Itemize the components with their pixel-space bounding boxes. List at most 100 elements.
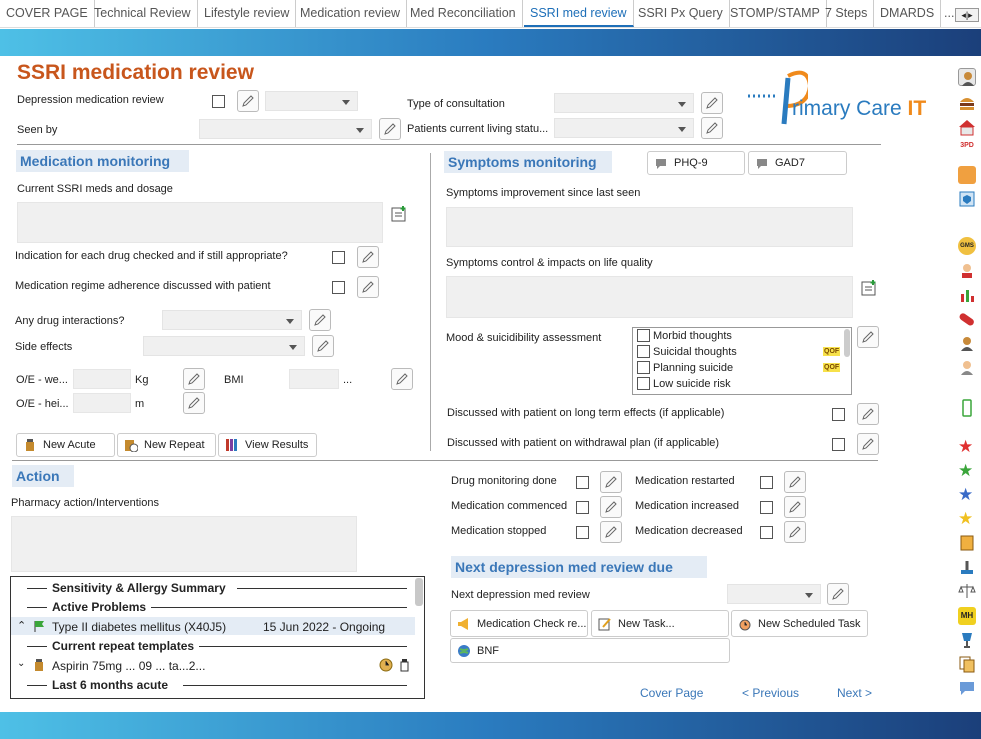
tab-technical-review[interactable]: Technical Review [88, 0, 198, 27]
med-restarted-checkbox[interactable] [760, 476, 773, 489]
tab-cover-page[interactable]: COVER PAGE [0, 0, 95, 27]
med-increased-checkbox[interactable] [760, 501, 773, 514]
new-scheduled-task-button[interactable]: New Scheduled Task [731, 610, 868, 637]
withdrawal-edit-button[interactable] [857, 433, 879, 455]
height-input[interactable] [73, 393, 131, 413]
med-restarted-edit-button[interactable] [784, 471, 806, 493]
mh-icon[interactable]: MH [958, 607, 976, 625]
summary-scrollbar[interactable] [415, 578, 423, 606]
symptoms-improvement-textarea[interactable] [446, 207, 853, 247]
living-status-dropdown[interactable] [554, 118, 694, 138]
symptoms-control-textarea[interactable] [446, 276, 853, 318]
last-acute-heading[interactable]: Last 6 months acute [52, 678, 168, 692]
adherence-edit-button[interactable] [357, 276, 379, 298]
sensitivity-heading[interactable]: Sensitivity & Allergy Summary [52, 581, 226, 595]
star-blue-icon[interactable]: ★ [958, 486, 976, 504]
drug-monitoring-checkbox[interactable] [576, 476, 589, 489]
table-icon[interactable] [958, 166, 976, 184]
tab-ssri-px-query[interactable]: SSRI Px Query [632, 0, 730, 27]
side-effects-edit-button[interactable] [312, 335, 334, 357]
expand-icon[interactable]: ⌄ [17, 658, 25, 669]
long-term-checkbox[interactable] [832, 408, 845, 421]
mood-list-scrollbar[interactable] [844, 329, 850, 357]
phq9-button[interactable]: PHQ-9 [647, 151, 745, 175]
problem-row[interactable]: ⌃ Type II diabetes mellitus (X40J5) 15 J… [11, 617, 415, 635]
bmi-input[interactable] [289, 369, 339, 389]
user-icon-2[interactable] [958, 334, 976, 352]
mood-item[interactable]: Morbid thoughts [633, 328, 851, 344]
star-green-icon[interactable]: ★ [958, 462, 976, 480]
mood-checkbox[interactable] [637, 361, 650, 374]
med-stopped-checkbox[interactable] [576, 526, 589, 539]
calendar-icon[interactable]: 3PD [958, 142, 976, 160]
med-commenced-edit-button[interactable] [600, 496, 622, 518]
add-note-icon-2[interactable] [860, 279, 878, 297]
next-link[interactable]: Next > [837, 686, 872, 700]
height-edit-button[interactable] [183, 392, 205, 414]
consult-type-dropdown[interactable] [554, 93, 694, 113]
star-yellow-icon[interactable]: ★ [958, 510, 976, 528]
weight-input[interactable] [73, 369, 131, 389]
cover-page-link[interactable]: Cover Page [640, 686, 703, 700]
document-icon[interactable] [958, 534, 976, 552]
bmi-edit-button[interactable] [391, 368, 413, 390]
new-acute-button[interactable]: New Acute [16, 433, 115, 457]
tab-ssri-med-review[interactable]: SSRI med review [524, 0, 634, 27]
withdrawal-checkbox[interactable] [832, 438, 845, 451]
med-increased-edit-button[interactable] [784, 496, 806, 518]
doctor-icon[interactable] [958, 358, 976, 376]
med-decreased-checkbox[interactable] [760, 526, 773, 539]
next-review-edit-button[interactable] [827, 583, 849, 605]
depression-review-dropdown[interactable] [265, 91, 358, 111]
cup-icon[interactable] [958, 631, 976, 649]
depression-review-edit-button[interactable] [237, 90, 259, 112]
user-icon[interactable] [958, 68, 976, 86]
mood-checkbox[interactable] [637, 329, 650, 342]
scales-icon[interactable] [958, 582, 976, 600]
adherence-checkbox[interactable] [332, 281, 345, 294]
current-ssri-textarea[interactable] [17, 202, 383, 243]
tab-7-steps[interactable]: 7 Steps [819, 0, 875, 27]
living-status-edit-button[interactable] [701, 117, 723, 139]
med-commenced-checkbox[interactable] [576, 501, 589, 514]
tab-scroll-arrows[interactable]: ◂|▸ [955, 8, 979, 22]
add-note-icon[interactable] [390, 205, 408, 223]
weight-edit-button[interactable] [183, 368, 205, 390]
pill-icon[interactable] [958, 310, 976, 328]
tab-stomp-stamp[interactable]: STOMP/STAMP [724, 0, 827, 27]
nurse-icon[interactable] [958, 261, 976, 279]
phone-icon[interactable] [958, 399, 976, 417]
mood-item[interactable]: Low suicide risk [633, 376, 851, 392]
tab-dmards[interactable]: DMARDS [874, 0, 942, 27]
new-repeat-button[interactable]: New Repeat [117, 433, 216, 457]
new-task-button[interactable]: New Task... [591, 610, 729, 637]
tab-med-reconciliation[interactable]: Med Reconciliation [404, 0, 523, 27]
house-icon[interactable] [958, 118, 976, 136]
chart-icon[interactable] [958, 285, 976, 303]
star-red-icon[interactable]: ★ [958, 438, 976, 456]
gad7-button[interactable]: GAD7 [748, 151, 847, 175]
mood-item[interactable]: Suicidal thoughts QOF [633, 344, 851, 360]
interactions-dropdown[interactable] [162, 310, 302, 330]
chat-icon[interactable] [958, 679, 976, 697]
stamp-icon[interactable] [958, 558, 976, 576]
long-term-edit-button[interactable] [857, 403, 879, 425]
drug-monitoring-edit-button[interactable] [600, 471, 622, 493]
shield-icon[interactable] [958, 190, 976, 208]
repeat-templates-heading[interactable]: Current repeat templates [52, 639, 194, 653]
mood-item[interactable]: Planning suicide QOF [633, 360, 851, 376]
side-effects-dropdown[interactable] [143, 336, 305, 356]
depression-review-checkbox[interactable] [212, 95, 225, 108]
mood-edit-button[interactable] [857, 326, 879, 348]
med-stopped-edit-button[interactable] [600, 521, 622, 543]
tab-medication-review[interactable]: Medication review [294, 0, 408, 27]
burger-icon[interactable] [958, 94, 976, 112]
gms-icon[interactable]: GMS [958, 237, 976, 255]
collapse-icon[interactable]: ⌃ [17, 619, 26, 632]
consult-type-edit-button[interactable] [701, 92, 723, 114]
active-problems-heading[interactable]: Active Problems [52, 600, 146, 614]
mood-checkbox[interactable] [637, 345, 650, 358]
notes-icon[interactable] [958, 655, 976, 673]
next-review-dropdown[interactable] [727, 584, 821, 604]
mood-checkbox[interactable] [637, 377, 650, 390]
